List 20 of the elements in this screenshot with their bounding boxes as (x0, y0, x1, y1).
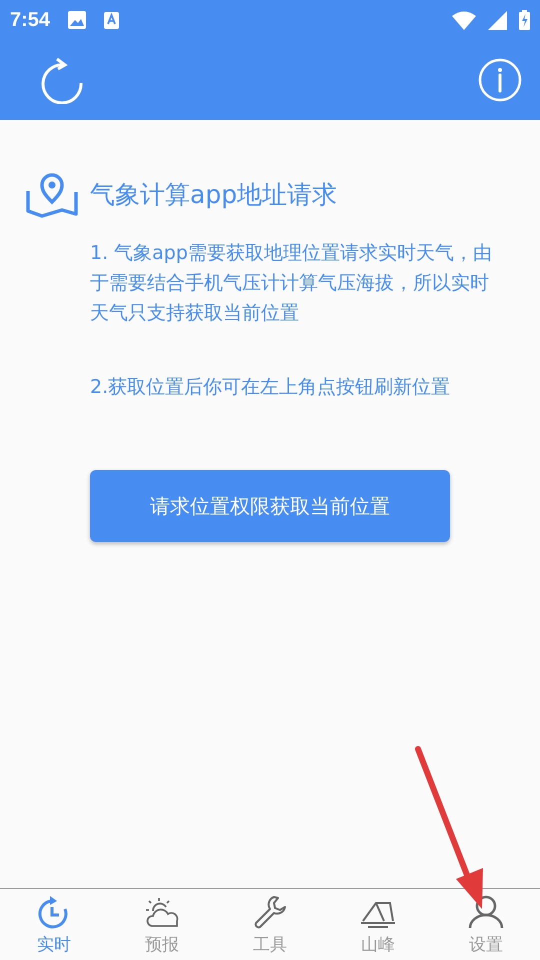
mountain-icon (360, 899, 396, 929)
page-heading: 气象计算app地址请求 (90, 178, 338, 210)
status-time: 7:54 (10, 8, 50, 32)
tab-item[interactable]: 设置 (432, 889, 540, 960)
wrench-icon (253, 895, 287, 929)
user-icon (468, 895, 504, 929)
tab-item[interactable]: 预报 (108, 889, 216, 960)
sun-cloud-icon (145, 897, 179, 929)
tab-item[interactable]: 工具 (216, 889, 324, 960)
tab-item[interactable]: 实时 (0, 889, 108, 960)
image-icon (68, 11, 86, 29)
wifi-icon (452, 10, 476, 30)
instruction-text: 2.获取位置后你可在左上角点按钮刷新位置 (90, 375, 452, 400)
tab-item[interactable]: 山峰 (324, 889, 432, 960)
battery-icon (519, 10, 530, 30)
instruction-text: 1. 气象app需要获取地理位置请求实时天气，由于需要结合手机气压计计算气压海拔，所以实时天气只支持获取当前位置 (90, 241, 493, 326)
info-button[interactable] (478, 58, 522, 102)
signal-icon (488, 10, 507, 30)
request-location-button[interactable]: 请求位置权限获取当前位置 (90, 470, 450, 542)
text-icon (104, 12, 120, 28)
